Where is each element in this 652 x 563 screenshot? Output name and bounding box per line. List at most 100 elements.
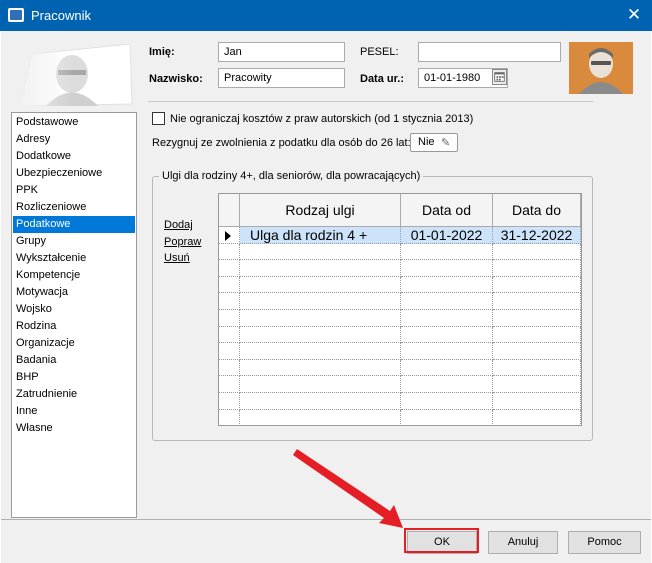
- data-urodzenia-label: Data ur.:: [360, 73, 405, 85]
- empty-cell[interactable]: [240, 293, 401, 310]
- empty-cell[interactable]: [493, 243, 581, 261]
- nav-item[interactable]: Motywacja: [13, 284, 135, 301]
- empty-cell[interactable]: [401, 326, 493, 344]
- empty-cell[interactable]: [219, 310, 240, 327]
- column-header[interactable]: Data do: [493, 194, 581, 227]
- empty-cell[interactable]: [219, 393, 240, 410]
- nav-item[interactable]: Grupy: [13, 233, 135, 250]
- empty-cell[interactable]: [240, 276, 401, 294]
- empty-cell[interactable]: [401, 260, 493, 277]
- nav-item[interactable]: Ubezpieczeniowe: [13, 165, 135, 182]
- empty-cell[interactable]: [493, 293, 581, 310]
- empty-cell[interactable]: [493, 359, 581, 377]
- table-cell[interactable]: Ulga dla rodzin 4 +: [240, 227, 401, 244]
- empty-cell[interactable]: [493, 409, 581, 425]
- empty-cell[interactable]: [219, 293, 240, 310]
- nazwisko-label: Nazwisko:: [149, 73, 203, 85]
- empty-cell[interactable]: [401, 243, 493, 261]
- close-icon[interactable]: ✕: [622, 3, 646, 27]
- empty-cell[interactable]: [493, 260, 581, 277]
- empty-cell[interactable]: [240, 409, 401, 425]
- pesel-field[interactable]: [418, 42, 561, 62]
- nav-item[interactable]: Adresy: [13, 131, 135, 148]
- nav-item[interactable]: PPK: [13, 182, 135, 199]
- empty-cell[interactable]: [219, 276, 240, 294]
- nav-item[interactable]: Zatrudnienie: [13, 386, 135, 403]
- empty-cell[interactable]: [401, 359, 493, 377]
- pencil-icon: ✎: [441, 137, 451, 149]
- empty-cell[interactable]: [219, 260, 240, 277]
- ulgi-group-title: Ulgi dla rodziny 4+, dla seniorów, dla p…: [159, 170, 424, 182]
- category-list[interactable]: Podstawowe Adresy Dodatkowe Ubezpieczeniowe…: [11, 112, 137, 518]
- edit-link[interactable]: Popraw: [164, 236, 201, 248]
- empty-cell[interactable]: [240, 359, 401, 377]
- title-bar: [0, 0, 652, 31]
- empty-cell[interactable]: [401, 276, 493, 294]
- nav-item[interactable]: Rozliczeniowe: [13, 199, 135, 216]
- empty-cell[interactable]: [401, 293, 493, 310]
- empty-cell[interactable]: [493, 310, 581, 327]
- nav-item[interactable]: Wojsko: [13, 301, 135, 318]
- empty-cell[interactable]: [219, 343, 240, 360]
- row-indicator-header[interactable]: [219, 194, 240, 227]
- empty-cell[interactable]: [219, 409, 240, 425]
- zwolnienie-select[interactable]: Nie ✎: [410, 133, 458, 152]
- red-arrow-annotation: [293, 449, 403, 528]
- help-button[interactable]: Pomoc: [568, 531, 641, 554]
- empty-cell[interactable]: [493, 276, 581, 294]
- imie-field[interactable]: Jan: [218, 42, 345, 62]
- ulgi-table[interactable]: Rodzaj ulgi Data od Data do Ulga dla rodzin…: [218, 193, 582, 426]
- nav-item[interactable]: Własne: [13, 420, 135, 437]
- employee-avatar: [569, 42, 633, 94]
- nav-item[interactable]: Rodzina: [13, 318, 135, 335]
- table-cell[interactable]: 31-12-2022: [493, 227, 581, 244]
- zwolnienie-label: Rezygnuj ze zwolnienia z podatku dla osó…: [152, 137, 411, 149]
- nav-item[interactable]: Organizacje: [13, 335, 135, 352]
- column-header[interactable]: Data od: [401, 194, 493, 227]
- cancel-button[interactable]: Anuluj: [488, 531, 558, 554]
- nav-item[interactable]: Badania: [13, 352, 135, 369]
- column-header[interactable]: Rodzaj ulgi: [240, 194, 401, 227]
- empty-cell[interactable]: [401, 310, 493, 327]
- empty-cell[interactable]: [493, 326, 581, 344]
- window-title: Pracownik: [31, 8, 91, 23]
- app-logo-icon: [8, 8, 24, 22]
- nav-item[interactable]: Podatkowe: [13, 216, 135, 233]
- empty-cell[interactable]: [240, 376, 401, 393]
- empty-cell[interactable]: [219, 376, 240, 393]
- empty-cell[interactable]: [240, 343, 401, 360]
- empty-cell[interactable]: [401, 343, 493, 360]
- pesel-label: PESEL:: [360, 46, 399, 58]
- calendar-icon[interactable]: [492, 69, 507, 85]
- empty-cell[interactable]: [401, 393, 493, 410]
- empty-cell[interactable]: [240, 260, 401, 277]
- empty-cell[interactable]: [219, 326, 240, 344]
- add-link[interactable]: Dodaj: [164, 219, 193, 231]
- empty-cell[interactable]: [493, 393, 581, 410]
- empty-cell[interactable]: [219, 243, 240, 261]
- nav-item[interactable]: BHP: [13, 369, 135, 386]
- empty-cell[interactable]: [401, 376, 493, 393]
- delete-link[interactable]: Usuń: [164, 252, 190, 264]
- empty-cell[interactable]: [401, 409, 493, 425]
- nav-item[interactable]: Wykształcenie: [13, 250, 135, 267]
- empty-cell[interactable]: [240, 326, 401, 344]
- empty-cell[interactable]: [240, 393, 401, 410]
- empty-cell[interactable]: [219, 359, 240, 377]
- zwolnienie-value: Nie: [418, 136, 435, 148]
- costs-checkbox-label: Nie ograniczaj kosztów z praw autorskich…: [170, 113, 474, 125]
- imie-label: Imię:: [149, 46, 175, 58]
- nav-item[interactable]: Dodatkowe: [13, 148, 135, 165]
- empty-cell[interactable]: [493, 376, 581, 393]
- empty-cell[interactable]: [240, 243, 401, 261]
- empty-cell[interactable]: [240, 310, 401, 327]
- costs-checkbox[interactable]: [152, 112, 165, 125]
- empty-cell[interactable]: [493, 343, 581, 360]
- nazwisko-field[interactable]: Pracowity: [218, 68, 345, 88]
- table-cell[interactable]: 01-01-2022: [401, 227, 493, 244]
- row-indicator[interactable]: [219, 227, 240, 244]
- nav-item[interactable]: Inne: [13, 403, 135, 420]
- current-row-indicator-icon: [225, 231, 231, 241]
- nav-item[interactable]: Kompetencje: [13, 267, 135, 284]
- nav-item[interactable]: Podstawowe: [13, 114, 135, 131]
